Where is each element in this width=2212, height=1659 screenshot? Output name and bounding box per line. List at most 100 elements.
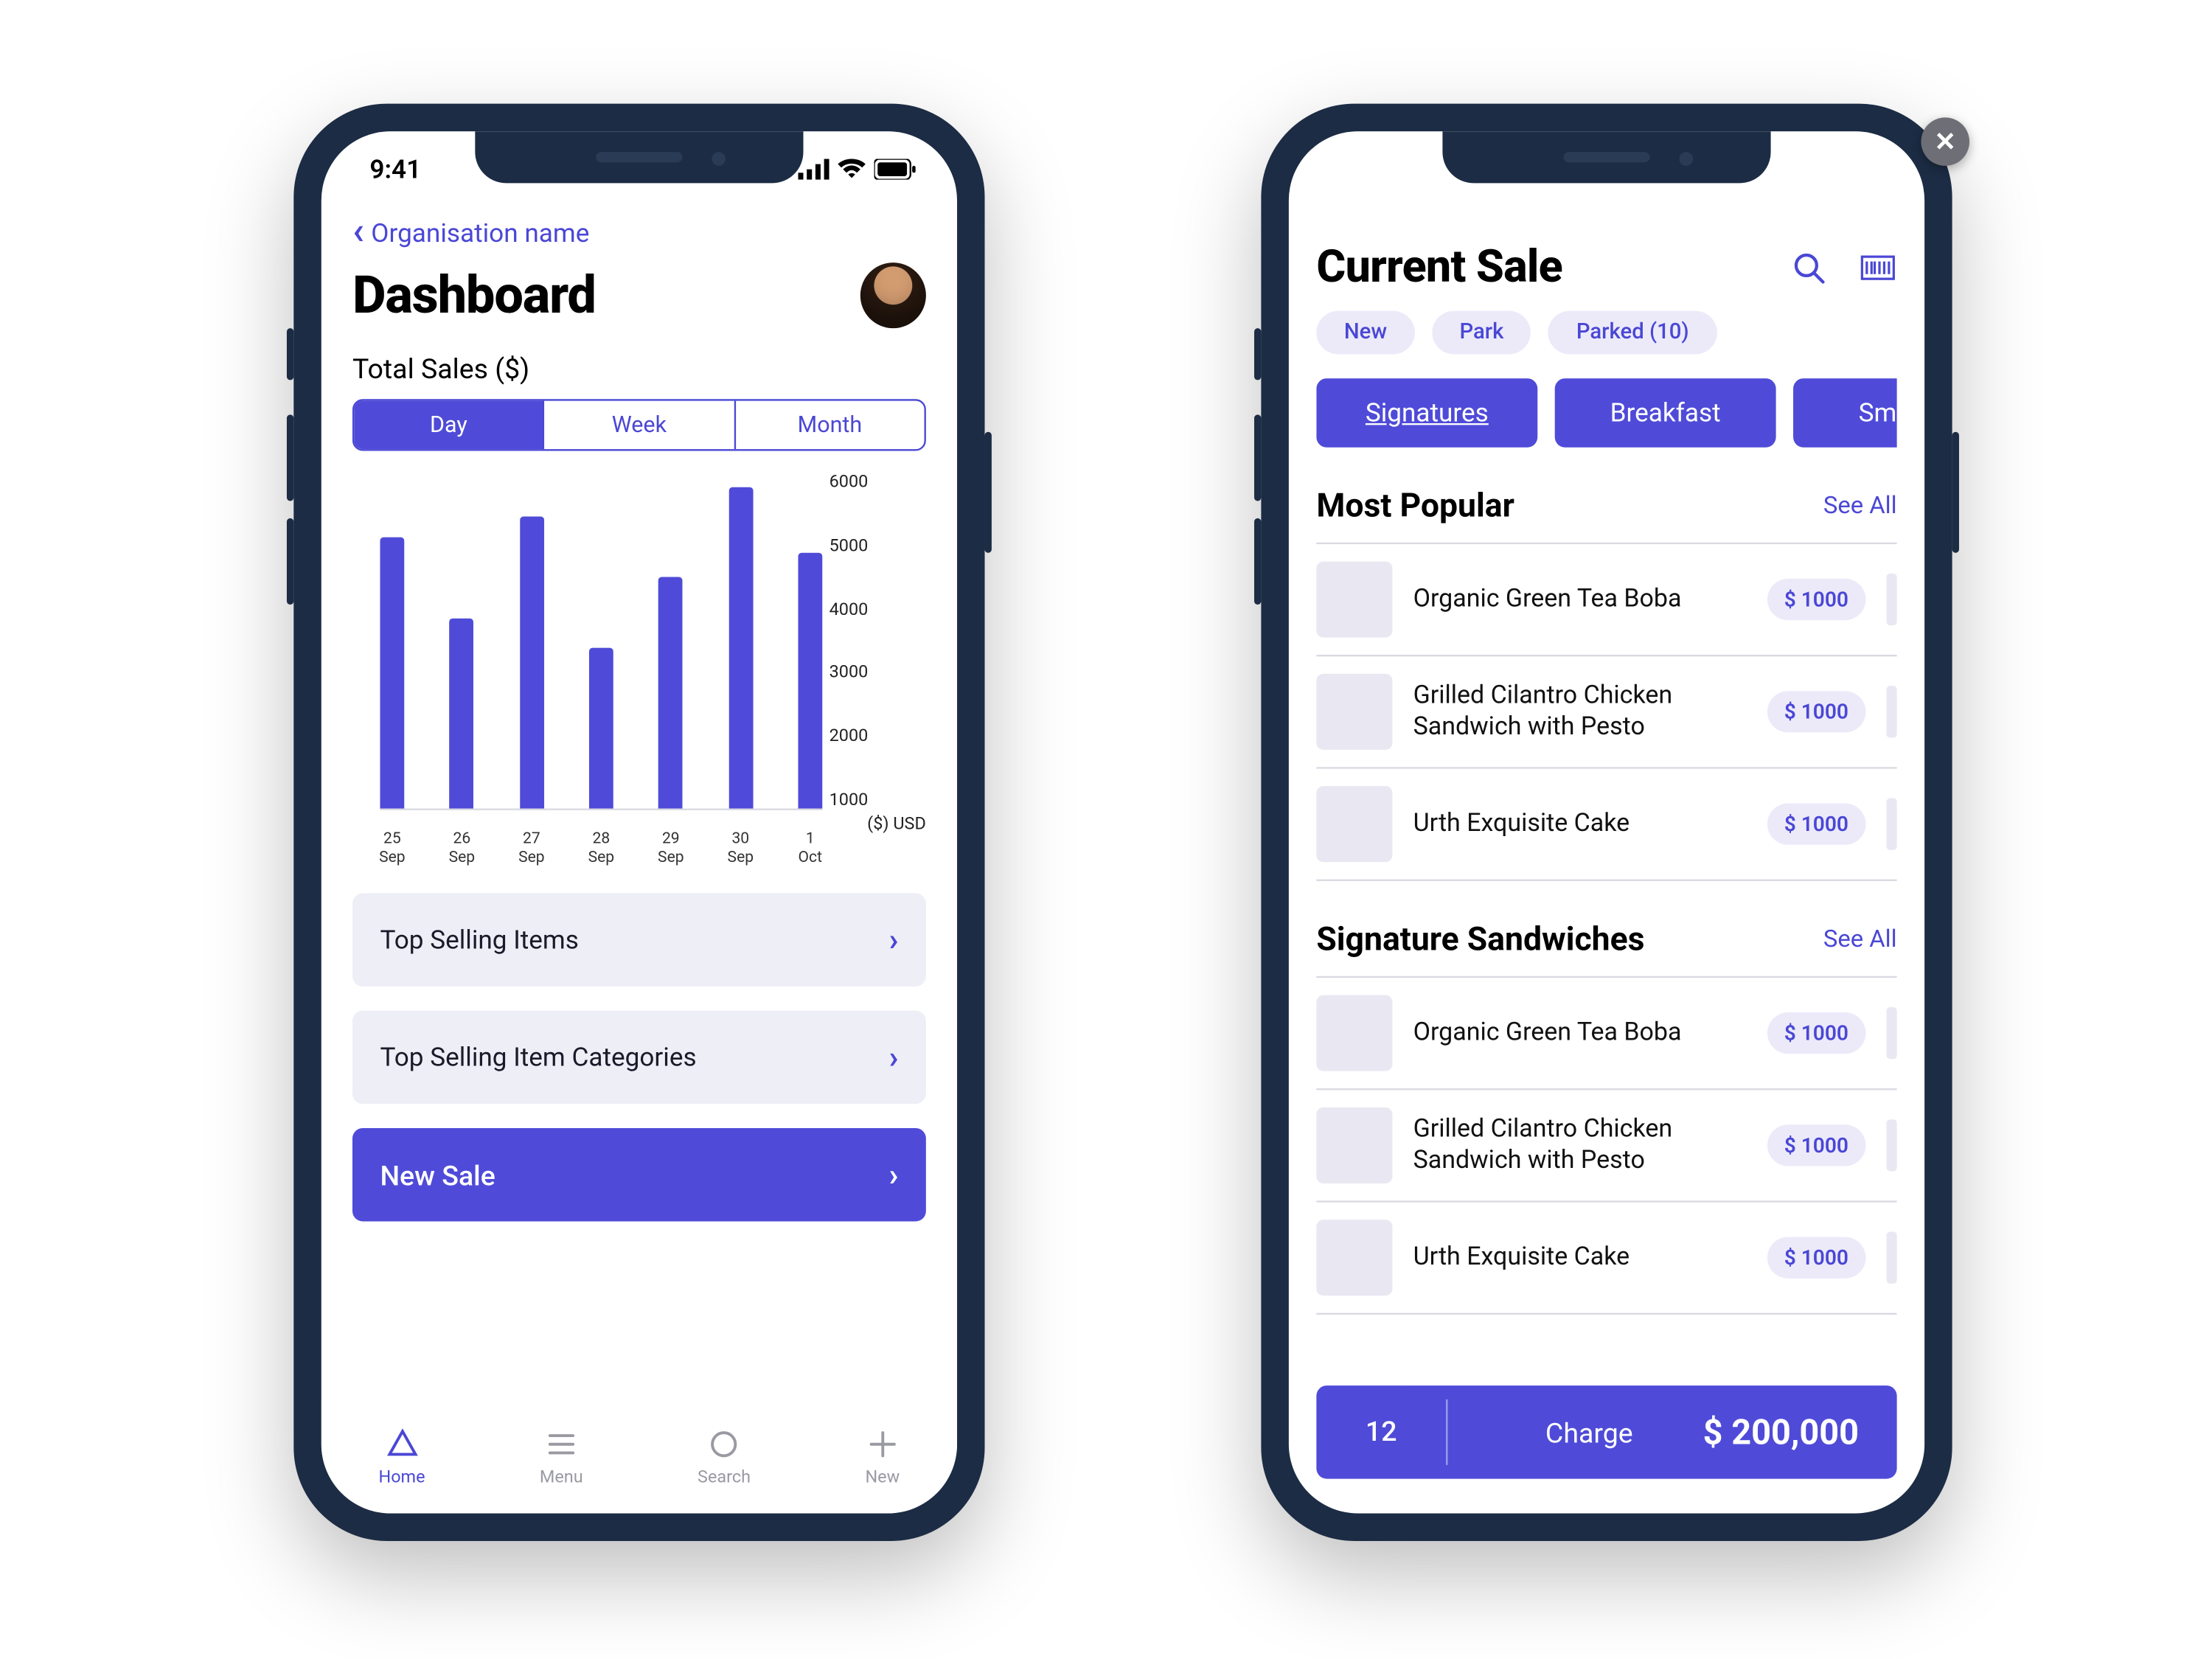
menu-item[interactable]: Urth Exquisite Cake $ 1000 <box>1316 1200 1896 1315</box>
tab-menu[interactable]: Menu <box>540 1426 583 1486</box>
segment-day[interactable]: Day <box>354 401 544 450</box>
tab-new[interactable]: New <box>865 1426 900 1486</box>
search-icon <box>707 1426 742 1461</box>
chart-bar <box>798 552 822 808</box>
chart-x-tick: 1Oct <box>798 832 822 869</box>
card-new-sale[interactable]: New Sale › <box>352 1128 926 1222</box>
menu-item[interactable]: Organic Green Tea Boba $ 1000 <box>1316 543 1896 655</box>
chart-y-tick: 1000 <box>830 793 926 810</box>
barcode-icon[interactable] <box>1859 248 1897 287</box>
avatar[interactable] <box>860 262 926 328</box>
menu-item[interactable]: Grilled Cilantro Chicken Sandwich with P… <box>1316 655 1896 767</box>
item-price: $ 1000 <box>1767 1124 1865 1166</box>
chart-x-tick: 29Sep <box>658 832 683 869</box>
plus-icon <box>865 1426 900 1461</box>
segment-month[interactable]: Month <box>735 401 924 450</box>
item-edge-indicator <box>1887 686 1897 737</box>
category-breakfast[interactable]: Breakfast <box>1555 378 1776 448</box>
pill-park[interactable]: Park <box>1432 311 1531 355</box>
see-all-link[interactable]: See All <box>1823 492 1897 519</box>
item-thumbnail <box>1316 1220 1392 1295</box>
chevron-right-icon: › <box>889 922 899 958</box>
card-label: Top Selling Items <box>380 925 578 956</box>
status-icons <box>798 159 915 180</box>
item-price: $ 1000 <box>1767 1012 1865 1054</box>
pill-parked[interactable]: Parked (10) <box>1548 311 1717 355</box>
item-thumbnail <box>1316 1107 1392 1183</box>
phone-side-button <box>287 518 293 605</box>
phone-side-button <box>1254 518 1261 605</box>
category-tabs: Signatures Breakfast Smooth <box>1316 378 1896 448</box>
item-name: Grilled Cilantro Chicken Sandwich with P… <box>1413 681 1747 743</box>
item-edge-indicator <box>1887 798 1897 849</box>
chevron-left-icon: ‹ <box>352 215 364 253</box>
tab-label: New <box>865 1467 900 1486</box>
battery-icon <box>874 159 916 180</box>
chart-x-tick: 25Sep <box>380 832 404 869</box>
search-icon[interactable] <box>1790 248 1828 287</box>
category-signatures[interactable]: Signatures <box>1316 378 1537 448</box>
menu-item[interactable]: Urth Exquisite Cake $ 1000 <box>1316 767 1896 881</box>
chart-unit: ($) USD <box>867 815 926 835</box>
category-smoothies[interactable]: Smooth <box>1793 378 1897 448</box>
item-name: Grilled Cilantro Chicken Sandwich with P… <box>1413 1114 1747 1177</box>
menu-group: Signature Sandwiches See All Organic Gre… <box>1316 919 1896 1315</box>
phone-side-button <box>985 432 992 553</box>
item-edge-indicator <box>1887 1232 1897 1284</box>
item-thumbnail <box>1316 786 1392 862</box>
back-label: Organisation name <box>371 218 589 248</box>
tab-search[interactable]: Search <box>698 1426 751 1486</box>
item-price: $ 1000 <box>1767 803 1865 844</box>
sales-chart: 600050004000300020001000 ($) USD 25Sep26… <box>352 482 926 869</box>
item-price: $ 1000 <box>1767 691 1865 732</box>
cellular-icon <box>798 159 829 180</box>
back-link[interactable]: ‹ Organisation name <box>352 215 926 253</box>
status-time: 9:41 <box>369 154 421 185</box>
chart-bar <box>728 487 753 809</box>
phone-notch <box>1442 131 1770 183</box>
chart-bar <box>589 648 613 809</box>
tab-home[interactable]: Home <box>378 1426 425 1486</box>
chart-bar <box>450 618 474 809</box>
chart-bar <box>380 538 404 809</box>
group-title: Most Popular <box>1316 485 1514 525</box>
menu-icon <box>544 1426 579 1461</box>
menu-group: Most Popular See All Organic Green Tea B… <box>1316 485 1896 881</box>
pill-new[interactable]: New <box>1316 311 1414 355</box>
segmented-period: Day Week Month <box>352 399 926 451</box>
segment-week[interactable]: Week <box>545 401 735 450</box>
home-icon <box>385 1426 420 1461</box>
menu-item[interactable]: Grilled Cilantro Chicken Sandwich with P… <box>1316 1088 1896 1200</box>
chart-x-tick: 28Sep <box>589 832 613 869</box>
close-button[interactable]: ✕ <box>1921 117 1969 166</box>
phone-current-sale: ✕ Current Sale New Park Parked (10) <box>1261 104 1952 1541</box>
phone-dashboard: 9:41 ‹ Organisation name Dashboard Total… <box>293 104 984 1541</box>
card-label: Top Selling Item Categories <box>380 1042 696 1073</box>
item-thumbnail <box>1316 674 1392 750</box>
see-all-link[interactable]: See All <box>1823 925 1897 953</box>
chart-x-tick: 26Sep <box>450 832 474 869</box>
chart-bar <box>519 517 543 808</box>
item-price: $ 1000 <box>1767 1237 1865 1279</box>
item-name: Urth Exquisite Cake <box>1413 1242 1747 1273</box>
chart-bar <box>658 577 683 808</box>
phone-side-button <box>1254 328 1261 380</box>
item-name: Organic Green Tea Boba <box>1413 1018 1747 1048</box>
charge-bar[interactable]: 12 Charge $ 200,000 <box>1316 1385 1896 1479</box>
item-thumbnail <box>1316 995 1392 1071</box>
card-top-selling-categories[interactable]: Top Selling Item Categories › <box>352 1011 926 1105</box>
tab-label: Menu <box>540 1467 583 1486</box>
tab-label: Search <box>698 1467 751 1486</box>
chart-x-tick: 30Sep <box>728 832 753 869</box>
page-title: Dashboard <box>352 265 596 326</box>
phone-notch <box>475 131 803 183</box>
chart-x-tick: 27Sep <box>519 832 543 869</box>
card-label: New Sale <box>380 1158 495 1192</box>
phone-side-button <box>1254 414 1261 501</box>
chart-y-tick: 3000 <box>830 666 926 683</box>
menu-item[interactable]: Organic Green Tea Boba $ 1000 <box>1316 976 1896 1088</box>
chevron-right-icon: › <box>889 1039 899 1075</box>
card-top-selling-items[interactable]: Top Selling Items › <box>352 893 926 987</box>
chart-y-tick: 4000 <box>830 602 926 619</box>
chart-y-tick: 2000 <box>830 729 926 746</box>
